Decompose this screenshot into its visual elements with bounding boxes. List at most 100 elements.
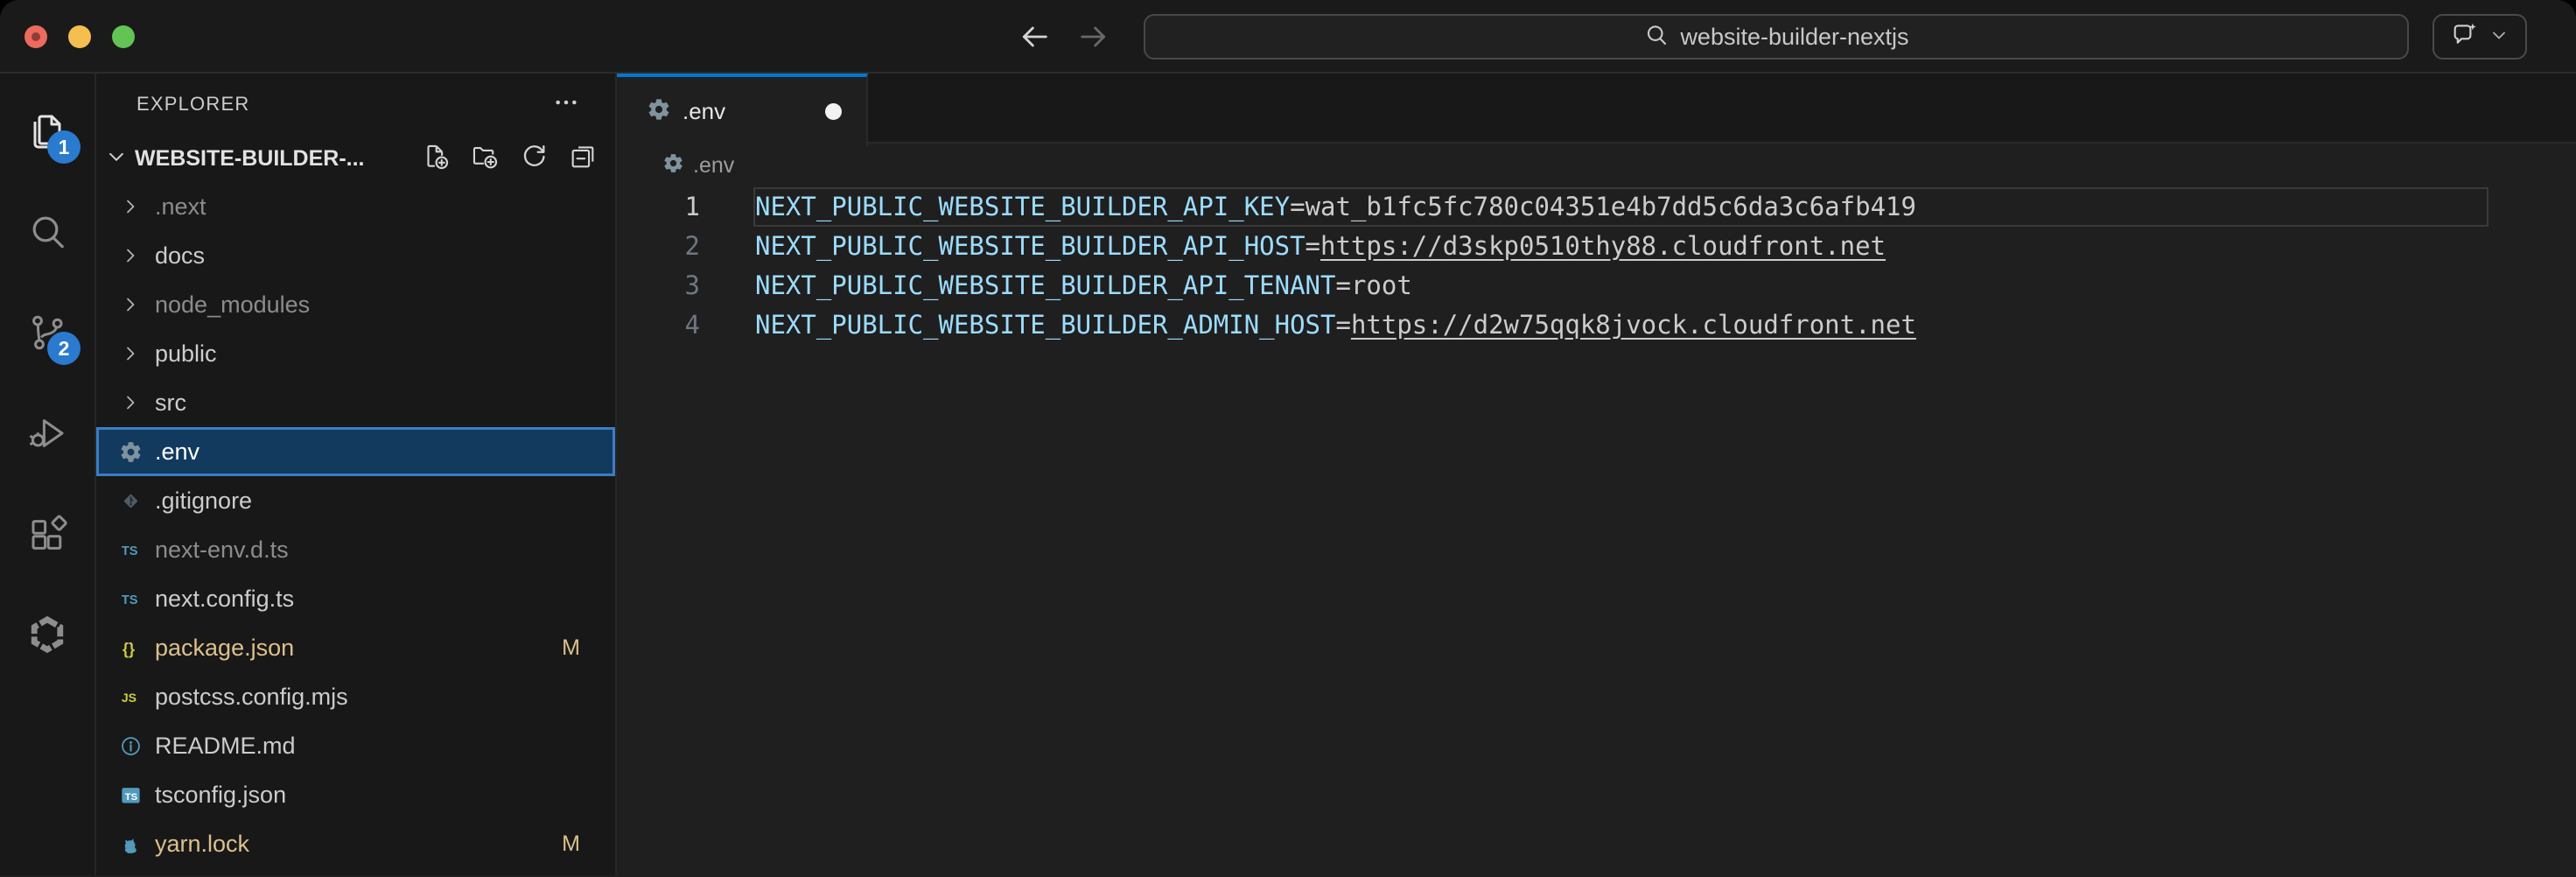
copilot-chat-button[interactable] (2432, 14, 2527, 60)
line-content: NEXT_PUBLIC_WEBSITE_BUILDER_API_TENANT=r… (755, 266, 1412, 305)
activity-item-explorer[interactable]: 1 (21, 107, 74, 156)
new-folder-icon[interactable] (470, 142, 500, 176)
line-number: 4 (617, 305, 700, 345)
activity-item-hexagon-extension[interactable] (21, 610, 74, 659)
file-name: .next (155, 193, 206, 221)
gear-icon (114, 440, 147, 464)
back-arrow-icon[interactable] (1017, 19, 1052, 54)
refresh-icon[interactable] (519, 142, 549, 176)
chevron-right-icon (114, 245, 147, 266)
command-center-search[interactable]: website-builder-nextjs (1144, 14, 2409, 60)
zoom-button[interactable] (112, 25, 135, 48)
file-name: next-env.d.ts (155, 537, 289, 564)
collapse-all-icon[interactable] (568, 142, 598, 176)
json-icon: {} (114, 636, 147, 660)
explorer-sidebar: EXPLORER WEBSITE-BUILDER-... .next docs no… (96, 74, 617, 875)
file-name: postcss.config.mjs (155, 684, 348, 711)
new-file-icon[interactable] (421, 142, 451, 176)
svg-text:TS: TS (121, 593, 137, 607)
svg-text:TS: TS (121, 544, 137, 558)
tree-item-src[interactable]: src (96, 378, 615, 427)
line-content: NEXT_PUBLIC_WEBSITE_BUILDER_API_HOST=htt… (755, 227, 1886, 266)
gear-icon (662, 152, 684, 179)
tab-label: .env (682, 98, 725, 125)
workspace-section-header[interactable]: WEBSITE-BUILDER-... (96, 135, 615, 182)
editor-area: .env .env 1 NEXT_PUBLIC_WEBSITE_BUILDER_A… (617, 74, 2576, 875)
activity-item-run-debug[interactable] (21, 409, 74, 458)
js-icon: JS (114, 685, 147, 709)
activity-item-search[interactable] (21, 207, 74, 256)
file-name: README.md (155, 733, 296, 760)
chevron-right-icon (114, 196, 147, 217)
sidebar-title: EXPLORER (136, 93, 249, 116)
tree-item-gitignore[interactable]: .gitignore (96, 476, 615, 525)
vscode-window: website-builder-nextjs 12 EXPLORER (0, 0, 2576, 877)
file-name: docs (155, 242, 205, 270)
chevron-right-icon (114, 343, 147, 364)
line-content: NEXT_PUBLIC_WEBSITE_BUILDER_API_KEY=wat_… (755, 187, 1916, 227)
tree-item-next-config-ts[interactable]: TS next.config.ts (96, 574, 615, 623)
line-number: 2 (617, 227, 700, 266)
info-icon (114, 734, 147, 758)
file-name: package.json (155, 635, 294, 662)
tree-item-tsconfig-json[interactable]: TS tsconfig.json (96, 770, 615, 819)
git-modified-badge: M (562, 831, 580, 857)
workspace-name: WEBSITE-BUILDER-... (135, 146, 365, 172)
yarn-icon (114, 832, 147, 856)
search-icon (1643, 22, 1670, 53)
file-name: yarn.lock (155, 831, 249, 858)
line-content: NEXT_PUBLIC_WEBSITE_BUILDER_ADMIN_HOST=h… (755, 305, 1916, 345)
svg-text:{}: {} (122, 640, 134, 657)
git-icon (114, 489, 147, 513)
line-number: 1 (617, 187, 700, 227)
activity-item-extensions[interactable] (21, 509, 74, 558)
close-button[interactable] (24, 25, 47, 48)
tree-item-node-modules[interactable]: node_modules (96, 280, 615, 329)
breadcrumb-item: .env (693, 153, 734, 179)
activity-badge: 1 (47, 130, 80, 164)
file-name: public (155, 340, 217, 368)
file-name: src (155, 389, 186, 417)
file-name: tsconfig.json (155, 782, 286, 809)
code-line-2[interactable]: 2 NEXT_PUBLIC_WEBSITE_BUILDER_API_HOST=ht… (617, 227, 2576, 266)
tree-item-package-json[interactable]: {} package.json M (96, 623, 615, 672)
tsconfig-icon: TS (114, 783, 147, 807)
more-actions-icon[interactable] (552, 88, 580, 121)
gear-icon (647, 97, 671, 126)
file-name: .gitignore (155, 488, 252, 515)
tree-item-postcss-config-mjs[interactable]: JS postcss.config.mjs (96, 672, 615, 721)
tree-item-next-env-d-ts[interactable]: TS next-env.d.ts (96, 525, 615, 574)
chevron-right-icon (114, 392, 147, 413)
svg-text:JS: JS (121, 691, 136, 705)
breadcrumb[interactable]: .env (617, 144, 2576, 187)
code-line-1[interactable]: 1 NEXT_PUBLIC_WEBSITE_BUILDER_API_KEY=wat… (617, 187, 2576, 227)
traffic-lights (24, 0, 135, 74)
tree-item-next-folder[interactable]: .next (96, 182, 615, 231)
minimize-button[interactable] (68, 25, 91, 48)
chevron-right-icon (114, 294, 147, 315)
forward-arrow-icon[interactable] (1076, 19, 1111, 54)
file-tree: .next docs node_modulespublic src .env .gitig… (96, 182, 615, 875)
code-line-3[interactable]: 3 NEXT_PUBLIC_WEBSITE_BUILDER_API_TENANT=… (617, 266, 2576, 305)
file-name: next.config.ts (155, 586, 294, 613)
activity-badge: 2 (47, 332, 80, 365)
file-name: node_modules (155, 291, 310, 319)
chevron-down-icon (103, 144, 130, 174)
modified-dot-icon[interactable] (825, 103, 842, 120)
tree-item-env[interactable]: .env (96, 427, 615, 476)
svg-text:TS: TS (124, 791, 137, 802)
tree-item-readme-md[interactable]: README.md (96, 721, 615, 770)
tree-item-public[interactable]: public (96, 329, 615, 378)
activity-item-source-control[interactable]: 2 (21, 308, 74, 357)
copilot-chat-icon (2450, 20, 2480, 54)
code-editor[interactable]: 1 NEXT_PUBLIC_WEBSITE_BUILDER_API_KEY=wat… (617, 187, 2576, 875)
ts-icon: TS (114, 538, 147, 562)
line-number: 3 (617, 266, 700, 305)
code-line-4[interactable]: 4 NEXT_PUBLIC_WEBSITE_BUILDER_ADMIN_HOST=… (617, 305, 2576, 345)
tree-item-yarn-lock[interactable]: yarn.lock M (96, 819, 615, 868)
tab-env[interactable]: .env (617, 74, 868, 145)
tree-item-docs[interactable]: docs (96, 231, 615, 280)
git-modified-badge: M (562, 635, 580, 661)
ts-icon: TS (114, 587, 147, 611)
tab-bar: .env (617, 74, 2576, 144)
